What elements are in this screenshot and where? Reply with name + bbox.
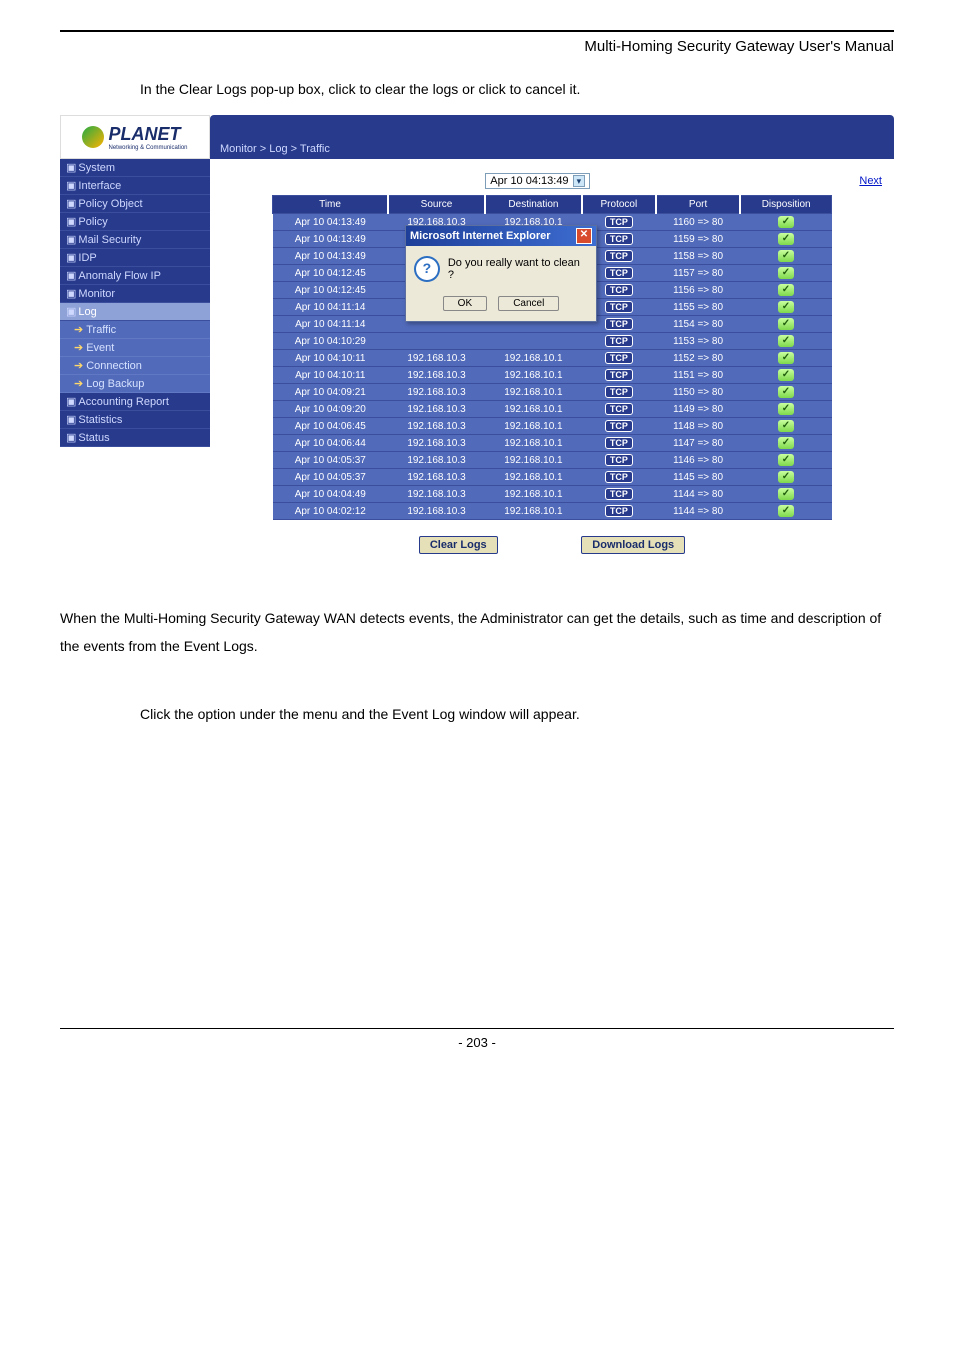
col-header: Port <box>656 196 740 214</box>
col-header: Source <box>388 196 485 214</box>
check-icon <box>778 335 794 347</box>
protocol-badge: TCP <box>605 437 633 449</box>
sidebar-item[interactable]: ▣System <box>60 159 210 177</box>
date-dropdown[interactable]: Apr 10 04:13:49▾ <box>485 173 590 189</box>
check-icon <box>778 250 794 262</box>
sidebar-item[interactable]: ▣IDP <box>60 249 210 267</box>
protocol-badge: TCP <box>605 233 633 245</box>
protocol-badge: TCP <box>605 488 633 500</box>
protocol-badge: TCP <box>605 403 633 415</box>
next-link[interactable]: Next <box>859 175 882 187</box>
check-icon <box>778 471 794 483</box>
planet-logo: PLANET Networking & Communication <box>60 115 210 159</box>
protocol-badge: TCP <box>605 318 633 330</box>
sidebar-item[interactable]: ▣Mail Security <box>60 231 210 249</box>
sidebar-item-log[interactable]: ▣Log <box>60 303 210 321</box>
col-header: Disposition <box>740 196 831 214</box>
check-icon <box>778 318 794 330</box>
protocol-badge: TCP <box>605 369 633 381</box>
cancel-button[interactable]: Cancel <box>498 296 559 311</box>
table-row: Apr 10 04:02:12192.168.10.3192.168.10.1T… <box>273 503 832 520</box>
ok-button[interactable]: OK <box>443 296 487 311</box>
protocol-badge: TCP <box>605 250 633 262</box>
close-icon[interactable]: ✕ <box>576 228 592 244</box>
sidebar-item[interactable]: ▣Anomaly Flow IP <box>60 267 210 285</box>
question-icon: ? <box>414 256 440 282</box>
table-row: Apr 10 04:10:11192.168.10.3192.168.10.1T… <box>273 350 832 367</box>
table-row: Apr 10 04:09:20192.168.10.3192.168.10.1T… <box>273 401 832 418</box>
check-icon <box>778 216 794 228</box>
protocol-badge: TCP <box>605 335 633 347</box>
protocol-badge: TCP <box>605 505 633 517</box>
dialog-message: Do you really want to clean ? <box>448 257 588 281</box>
check-icon <box>778 420 794 432</box>
globe-icon <box>82 126 104 148</box>
sidebar-item[interactable]: ▣Statistics <box>60 411 210 429</box>
table-row: Apr 10 04:06:44192.168.10.3192.168.10.1T… <box>273 435 832 452</box>
protocol-badge: TCP <box>605 267 633 279</box>
clear-logs-button[interactable]: Clear Logs <box>419 536 498 554</box>
check-icon <box>778 403 794 415</box>
sidebar-item[interactable]: ▣Accounting Report <box>60 393 210 411</box>
protocol-badge: TCP <box>605 454 633 466</box>
protocol-badge: TCP <box>605 301 633 313</box>
check-icon <box>778 505 794 517</box>
main-panel: Apr 10 04:13:49▾ Next TimeSourceDestinat… <box>210 159 894 574</box>
sidebar-subitem[interactable]: ➔Event <box>60 339 210 357</box>
sidebar-subitem[interactable]: ➔Connection <box>60 357 210 375</box>
chevron-down-icon: ▾ <box>573 175 586 187</box>
check-icon <box>778 454 794 466</box>
check-icon <box>778 352 794 364</box>
col-header: Protocol <box>582 196 656 214</box>
doc-header: Multi-Homing Security Gateway User's Man… <box>60 38 894 55</box>
sidebar-item[interactable]: ▣Policy Object <box>60 195 210 213</box>
protocol-badge: TCP <box>605 352 633 364</box>
sidebar-item[interactable]: ▣Policy <box>60 213 210 231</box>
col-header: Time <box>273 196 389 214</box>
protocol-badge: TCP <box>605 471 633 483</box>
confirm-dialog: Microsoft Internet Explorer ✕ ? Do you r… <box>405 225 597 322</box>
protocol-badge: TCP <box>605 284 633 296</box>
table-row: Apr 10 04:09:21192.168.10.3192.168.10.1T… <box>273 384 832 401</box>
check-icon <box>778 284 794 296</box>
protocol-badge: TCP <box>605 386 633 398</box>
sidebar: ▣System▣Interface▣Policy Object▣Policy▣M… <box>60 159 210 574</box>
check-icon <box>778 437 794 449</box>
sidebar-item[interactable]: ▣Monitor <box>60 285 210 303</box>
sidebar-subitem[interactable]: ➔Traffic <box>60 321 210 339</box>
table-row: Apr 10 04:04:49192.168.10.3192.168.10.1T… <box>273 486 832 503</box>
check-icon <box>778 233 794 245</box>
col-header: Destination <box>485 196 582 214</box>
breadcrumb: Monitor > Log > Traffic <box>210 115 894 159</box>
intro-text: In the Clear Logs pop-up box, click to c… <box>60 75 894 103</box>
table-row: Apr 10 04:05:37192.168.10.3192.168.10.1T… <box>273 469 832 486</box>
protocol-badge: TCP <box>605 420 633 432</box>
table-row: Apr 10 04:06:45192.168.10.3192.168.10.1T… <box>273 418 832 435</box>
sidebar-item[interactable]: ▣Interface <box>60 177 210 195</box>
check-icon <box>778 301 794 313</box>
sidebar-subitem[interactable]: ➔Log Backup <box>60 375 210 393</box>
check-icon <box>778 488 794 500</box>
download-logs-button[interactable]: Download Logs <box>581 536 685 554</box>
table-row: Apr 10 04:10:11192.168.10.3192.168.10.1T… <box>273 367 832 384</box>
body-text-2: Click the option under the menu and the … <box>60 700 894 728</box>
body-text-1: When the Multi-Homing Security Gateway W… <box>60 604 894 660</box>
sidebar-item[interactable]: ▣Status <box>60 429 210 447</box>
table-row: Apr 10 04:10:29TCP1153 => 80 <box>273 333 832 350</box>
table-row: Apr 10 04:05:37192.168.10.3192.168.10.1T… <box>273 452 832 469</box>
dialog-title: Microsoft Internet Explorer <box>410 230 551 242</box>
check-icon <box>778 386 794 398</box>
app-screenshot: PLANET Networking & Communication Monito… <box>60 115 894 574</box>
protocol-badge: TCP <box>605 216 633 228</box>
check-icon <box>778 369 794 381</box>
page-number: - 203 - <box>60 1028 894 1050</box>
check-icon <box>778 267 794 279</box>
